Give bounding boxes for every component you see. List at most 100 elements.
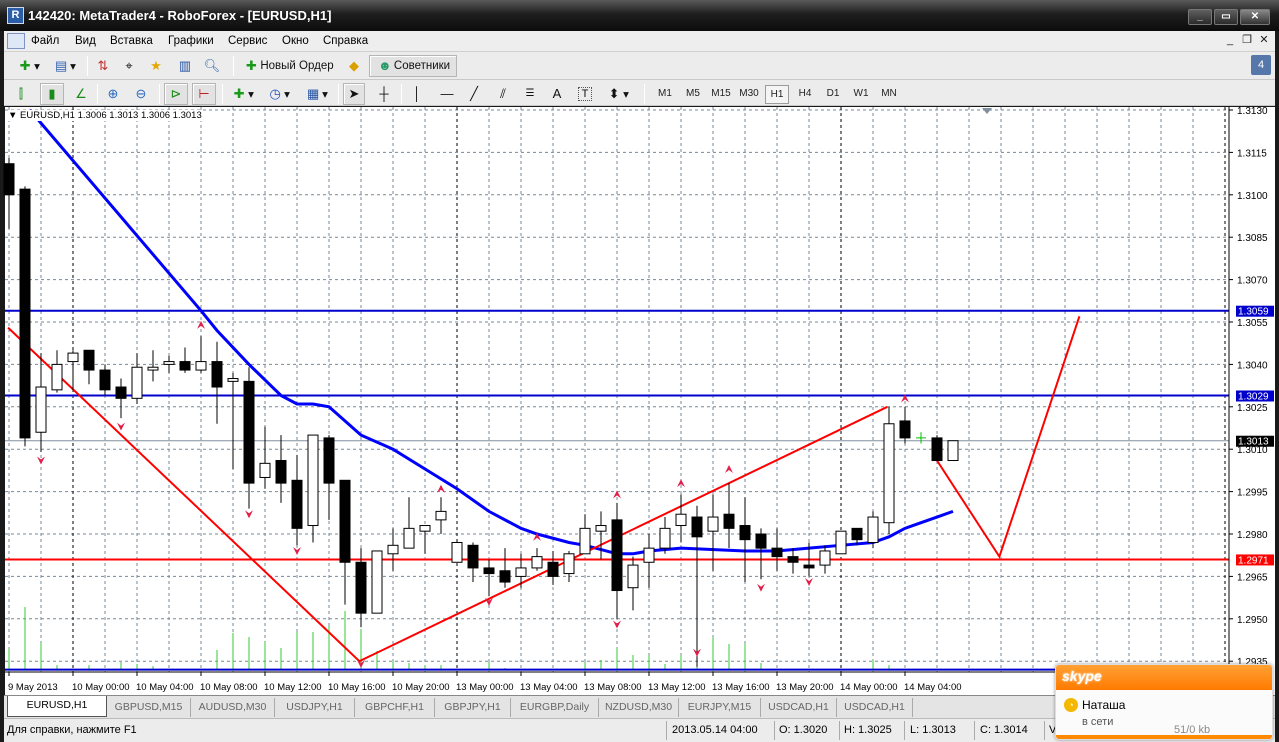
channel-button[interactable]: ⫽: [492, 83, 514, 105]
cursor-button[interactable]: ➤: [343, 83, 365, 105]
notifications-badge[interactable]: 4: [1251, 55, 1271, 75]
candle-bear: [19, 188, 31, 439]
arrows-button[interactable]: ⬍ ▾: [602, 83, 632, 105]
candle-bull: [595, 525, 607, 532]
indicators-button[interactable]: ✚ ▾: [226, 83, 258, 105]
candlestick-button[interactable]: ▮: [40, 83, 64, 105]
profiles-icon: ▤: [54, 58, 68, 73]
y-tick-label: 1.2980: [1237, 530, 1268, 541]
chart-tab[interactable]: AUDUSD,M30: [191, 698, 275, 717]
candle-bear: [3, 163, 15, 196]
new-order-button[interactable]: ✚ Новый Ордер: [238, 55, 338, 77]
text-label-icon: T: [578, 87, 592, 101]
minimize-button[interactable]: _: [1188, 9, 1212, 25]
candle-bull: [707, 516, 719, 532]
chart-tab[interactable]: GBPJPY,H1: [435, 698, 511, 717]
chart-tab[interactable]: EURGBP,Daily: [511, 698, 599, 717]
fibonacci-button[interactable]: ☰: [519, 83, 541, 105]
timeframe-h1-button[interactable]: H1: [765, 85, 789, 104]
bar-chart-button[interactable]: ⫿: [10, 83, 32, 105]
candle-bear: [803, 564, 815, 569]
price-chart[interactable]: 1.31301.31151.31001.30851.30701.30551.30…: [0, 106, 1279, 696]
text-icon: A: [552, 86, 562, 101]
market-watch-button[interactable]: ⇅: [92, 55, 114, 77]
mdi-close-button[interactable]: ✕: [1257, 34, 1271, 48]
timeframe-m1-button[interactable]: M1: [653, 85, 677, 104]
x-tick-label: 10 May 08:00: [200, 682, 258, 693]
data-window-button[interactable]: ▥: [174, 55, 196, 77]
chart-tab[interactable]: EURUSD,H1: [7, 696, 107, 717]
candle-bull: [451, 541, 463, 563]
chart-tab[interactable]: NZDUSD,M30: [599, 698, 679, 717]
text-label-button[interactable]: T: [574, 83, 596, 105]
text-button[interactable]: A: [546, 83, 568, 105]
y-tick-label: 1.2950: [1237, 615, 1268, 626]
crosshair-button[interactable]: ┼: [373, 83, 395, 105]
experts-button[interactable]: ☻ Советники: [369, 55, 457, 77]
status-high: H: 1.3025: [844, 724, 892, 736]
menu-insert[interactable]: Вставка: [110, 35, 153, 47]
strategy-tester-button[interactable]: 🔍︎: [201, 55, 223, 77]
horizontal-line-button[interactable]: —: [436, 83, 458, 105]
skype-presence: в сети: [1082, 716, 1114, 728]
profiles-button[interactable]: ▤ ▾: [48, 55, 80, 77]
candle-bear: [115, 386, 127, 399]
menu-view[interactable]: Вид: [75, 35, 96, 47]
y-tick-label: 1.3055: [1237, 318, 1268, 329]
mdi-restore-button[interactable]: ❐: [1240, 34, 1254, 48]
chart-shift-button[interactable]: ⊢: [192, 83, 216, 105]
vertical-line-button[interactable]: │: [406, 83, 428, 105]
chart-tab[interactable]: GBPUSD,M15: [107, 698, 191, 717]
new-order-icon: ✚: [245, 58, 257, 73]
menu-file[interactable]: Файл: [31, 35, 59, 47]
horizontal-line-icon: —: [440, 86, 454, 101]
timeframe-m5-button[interactable]: M5: [681, 85, 705, 104]
favorites-button[interactable]: ★: [145, 55, 167, 77]
x-tick-label: 13 May 16:00: [712, 682, 770, 693]
skype-notification[interactable]: skype ◔ Наташа в сети: [1055, 664, 1273, 740]
chart-tab[interactable]: EURJPY,M15: [679, 698, 761, 717]
timeframe-m30-button[interactable]: M30: [737, 85, 761, 104]
mdi-minimize-button[interactable]: _: [1223, 34, 1237, 48]
close-button[interactable]: ✕: [1240, 9, 1270, 25]
templates-button[interactable]: ▦ ▾: [300, 83, 332, 105]
menu-tools[interactable]: Сервис: [228, 35, 267, 47]
candle-bull: [867, 516, 879, 543]
price-level-label: 1.3013: [1238, 437, 1269, 448]
candlestick-icon: ▮: [48, 86, 56, 101]
trendline-button[interactable]: ╱: [463, 83, 485, 105]
chart-tab[interactable]: USDCAD,H1: [761, 698, 837, 717]
zoom-in-button[interactable]: ⊕: [102, 83, 124, 105]
timeframe-mn-button[interactable]: MN: [877, 85, 901, 104]
zoom-out-button[interactable]: ⊖: [130, 83, 152, 105]
timeframe-d1-button[interactable]: D1: [821, 85, 845, 104]
chart-menu-arrow-icon[interactable]: ▼: [8, 110, 20, 121]
chart-tab[interactable]: GBPCHF,H1: [355, 698, 435, 717]
candle-bull: [531, 556, 543, 569]
y-tick-label: 1.3100: [1237, 191, 1268, 202]
timeframe-m15-button[interactable]: M15: [709, 85, 733, 104]
new-chart-button[interactable]: ✚ ▾: [12, 55, 44, 77]
charts-toolbar: ⫿ ▮ ∠ ⊕ ⊖ ⊳ ⊢ ✚ ▾ ◷ ▾ ▦ ▾ ➤ ┼ │ — ╱ ⫽ ☰ A T…: [4, 80, 1275, 106]
app-icon: R: [7, 7, 24, 24]
timeframe-h4-button[interactable]: H4: [793, 85, 817, 104]
menu-charts[interactable]: Графики: [168, 35, 214, 47]
chart-tab[interactable]: USDCAD,H1: [837, 698, 913, 717]
navigator-button[interactable]: ⌖: [118, 55, 140, 77]
candle-bull: [403, 527, 415, 549]
chart-tab[interactable]: USDJPY,H1: [275, 698, 355, 717]
alert-button[interactable]: ◆: [343, 55, 365, 77]
menu-help[interactable]: Справка: [323, 35, 368, 47]
line-chart-button[interactable]: ∠: [70, 83, 92, 105]
periods-button[interactable]: ◷ ▾: [262, 83, 294, 105]
strategy-tester-icon: 🔍︎: [203, 58, 221, 73]
menu-window[interactable]: Окно: [282, 35, 309, 47]
chart-shift-icon: ⊢: [198, 86, 210, 101]
maximize-button[interactable]: ▭: [1214, 9, 1238, 25]
auto-scroll-button[interactable]: ⊳: [164, 83, 188, 105]
timeframe-w1-button[interactable]: W1: [849, 85, 873, 104]
candle-bear: [499, 570, 511, 583]
vertical-line-icon: │: [412, 86, 422, 101]
candle-bull: [387, 544, 399, 555]
periods-icon: ◷: [269, 86, 281, 101]
